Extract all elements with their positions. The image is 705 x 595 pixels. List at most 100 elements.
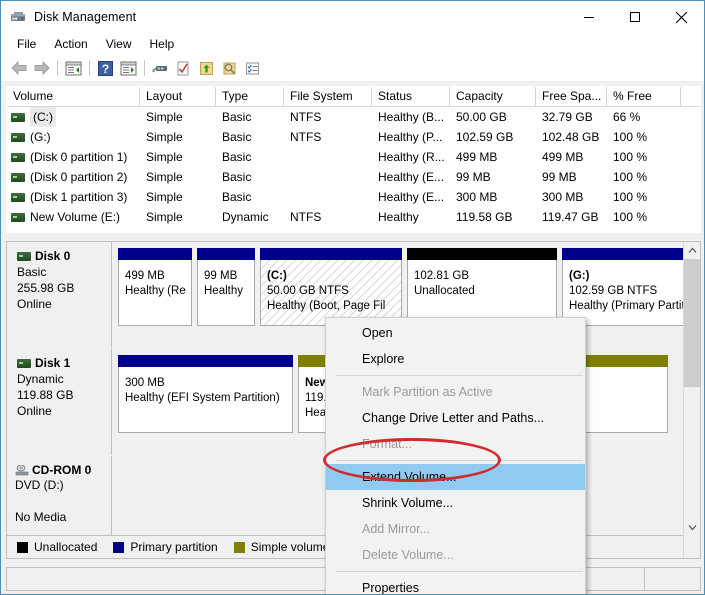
partition-block[interactable]: 300 MBHealthy (EFI System Partition)	[118, 355, 293, 433]
menu-item-shrink-volume[interactable]: Shrink Volume...	[326, 490, 585, 516]
cdrom-icon	[15, 465, 29, 476]
menu-item-view[interactable]: View	[97, 35, 141, 53]
partition-block[interactable]: (C:)50.00 GB NTFSHealthy (Boot, Page Fil	[260, 248, 402, 326]
menu-item-properties[interactable]: Properties	[326, 575, 585, 595]
properties-icon[interactable]	[172, 57, 195, 79]
cell-status: Healthy (P...	[372, 127, 450, 147]
menu-item-help[interactable]: Help	[141, 35, 184, 53]
rescan-disks-icon[interactable]	[149, 57, 172, 79]
volume-list[interactable]: VolumeLayoutTypeFile SystemStatusCapacit…	[6, 86, 701, 233]
partition-size: 102.59 GB NTFS	[569, 284, 701, 299]
cell-layout: Simple	[140, 147, 216, 167]
column-header--free[interactable]: % Free	[607, 87, 681, 106]
cell-volume: (G:)	[7, 127, 140, 147]
menu-item-file[interactable]: File	[8, 35, 45, 53]
partition-details: 499 MBHealthy (Re	[118, 260, 192, 326]
menu-item-open[interactable]: Open	[326, 320, 585, 346]
partition-block[interactable]: (G:)102.59 GB NTFSHealthy (Primary Parti…	[562, 248, 701, 326]
disk-state: Online	[17, 296, 111, 312]
help-icon[interactable]: ?	[94, 57, 117, 79]
close-button[interactable]	[658, 1, 704, 33]
table-row[interactable]: (Disk 1 partition 3)SimpleBasicHealthy (…	[7, 187, 700, 207]
partition-block[interactable]: 499 MBHealthy (Re	[118, 248, 192, 326]
column-header-free-spa[interactable]: Free Spa...	[536, 87, 607, 106]
table-row[interactable]: New Volume (E:)SimpleDynamicNTFSHealthy1…	[7, 207, 700, 227]
column-header-file-system[interactable]: File System	[284, 87, 372, 106]
maximize-button[interactable]	[612, 1, 658, 33]
volume-icon	[11, 133, 25, 142]
menu-item-change-drive-letter-and-paths[interactable]: Change Drive Letter and Paths...	[326, 405, 585, 431]
partition-size: 99 MB	[204, 269, 254, 284]
cell-free-space: 32.79 GB	[536, 107, 607, 127]
task-list-icon[interactable]	[241, 57, 264, 79]
table-row[interactable]: (G:)SimpleBasicNTFSHealthy (P...102.59 G…	[7, 127, 700, 147]
status-bar-cell-2	[585, 568, 645, 590]
menu-item-explore[interactable]: Explore	[326, 346, 585, 372]
disk-name: Disk 0	[35, 249, 70, 263]
menu-item-action[interactable]: Action	[45, 35, 96, 53]
partition-color-bar	[562, 248, 701, 260]
minimize-button[interactable]	[566, 1, 612, 33]
scroll-up-button[interactable]	[684, 242, 700, 259]
cell-status: Healthy (E...	[372, 187, 450, 207]
cell-layout: Simple	[140, 187, 216, 207]
cell-type: Basic	[216, 127, 284, 147]
menu-item-format: Format...	[326, 431, 585, 457]
disk-info-panel[interactable]: Disk 0Basic255.98 GBOnline	[7, 242, 112, 348]
table-row[interactable]: (Disk 0 partition 1)SimpleBasicHealthy (…	[7, 147, 700, 167]
volume-list-body: (C:)SimpleBasicNTFSHealthy (B...50.00 GB…	[7, 107, 700, 227]
export-list-icon[interactable]	[195, 57, 218, 79]
volume-label: New Volume (E:)	[30, 207, 120, 227]
partition-status: Unallocated	[414, 284, 556, 299]
search-icon[interactable]	[218, 57, 241, 79]
cell-file-system: NTFS	[284, 107, 372, 127]
cell-file-system: NTFS	[284, 127, 372, 147]
window-title: Disk Management	[34, 10, 136, 24]
partition-block[interactable]: 102.81 GBUnallocated	[407, 248, 557, 326]
cell-percent-free: 100 %	[607, 187, 681, 207]
cell-capacity: 102.59 GB	[450, 127, 536, 147]
cdrom-name: CD-ROM 0	[32, 463, 91, 477]
partition-size: 50.00 GB NTFS	[267, 284, 401, 299]
scroll-down-button[interactable]	[684, 519, 700, 536]
column-header-type[interactable]: Type	[216, 87, 284, 106]
table-row[interactable]: (C:)SimpleBasicNTFSHealthy (B...50.00 GB…	[7, 107, 700, 127]
show-hide-action-pane-icon[interactable]	[117, 57, 140, 79]
partition-status: Healthy (EFI System Partition)	[125, 391, 292, 406]
scrollbar-thumb[interactable]	[684, 259, 700, 387]
partition-details: 300 MBHealthy (EFI System Partition)	[118, 367, 293, 433]
cell-capacity: 119.58 GB	[450, 207, 536, 227]
toolbar-separator	[144, 60, 145, 76]
cell-percent-free: 100 %	[607, 167, 681, 187]
partition-details: 99 MBHealthy	[197, 260, 255, 326]
cell-percent-free: 100 %	[607, 127, 681, 147]
partition-block[interactable]: 99 MBHealthy	[197, 248, 255, 326]
disk-icon	[17, 252, 31, 261]
cell-volume: (C:)	[7, 107, 140, 127]
partition-size: 499 MB	[125, 269, 191, 284]
table-row[interactable]: (Disk 0 partition 2)SimpleBasicHealthy (…	[7, 167, 700, 187]
status-bar-cell-3	[645, 568, 700, 590]
context-menu[interactable]: OpenExploreMark Partition as ActiveChang…	[325, 317, 586, 595]
partition-status: Healthy (Boot, Page Fil	[267, 299, 401, 314]
column-header-capacity[interactable]: Capacity	[450, 87, 536, 106]
partition-label: (G:)	[569, 269, 701, 284]
disk-state: Online	[17, 403, 111, 419]
cdrom-info: CD-ROM 0 DVD (D:) No Media	[7, 456, 112, 538]
svg-text:?: ?	[102, 62, 109, 76]
cell-capacity: 50.00 GB	[450, 107, 536, 127]
show-hide-console-tree-icon[interactable]	[62, 57, 85, 79]
cell-layout: Simple	[140, 107, 216, 127]
graphical-view-scrollbar[interactable]	[683, 242, 700, 558]
back-icon[interactable]	[7, 57, 30, 79]
disk-title: Disk 0	[17, 249, 111, 263]
column-header-layout[interactable]: Layout	[140, 87, 216, 106]
column-header-status[interactable]: Status	[372, 87, 450, 106]
forward-icon[interactable]	[30, 57, 53, 79]
disk-info-panel[interactable]: Disk 1Dynamic119.88 GBOnline	[7, 349, 112, 455]
column-header-volume[interactable]: Volume	[7, 87, 140, 106]
cell-volume: (Disk 0 partition 2)	[7, 167, 140, 187]
volume-icon	[11, 173, 25, 182]
menu-item-extend-volume[interactable]: Extend Volume...	[326, 464, 585, 490]
disk-icon	[17, 359, 31, 368]
